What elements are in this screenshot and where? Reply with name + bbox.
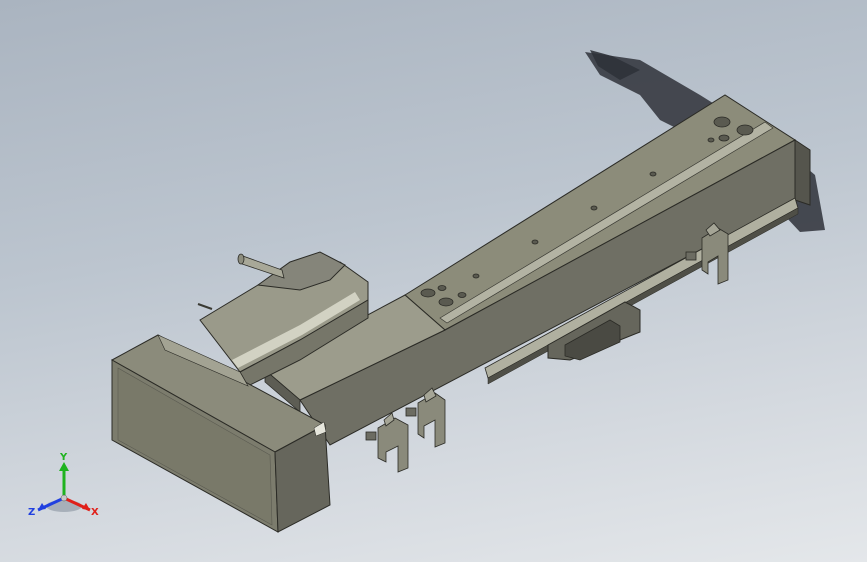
triad-origin [60, 494, 68, 502]
rail-end-face [794, 139, 811, 206]
cad-viewport[interactable]: X Y Z [0, 0, 867, 562]
motor-pin [197, 303, 213, 310]
triad-x-label: X [91, 507, 99, 518]
triad-y-arrow-icon [59, 462, 69, 471]
motor-shaft [239, 254, 285, 279]
triad-y-label: Y [59, 452, 68, 463]
rail-front-face [299, 139, 796, 446]
actuator-model[interactable] [0, 0, 867, 562]
motor-shaft-tip [237, 253, 245, 265]
orientation-triad[interactable]: X Y Z [24, 448, 104, 528]
triad-z-label: Z [28, 507, 35, 518]
triad-base-shadow [46, 500, 82, 512]
